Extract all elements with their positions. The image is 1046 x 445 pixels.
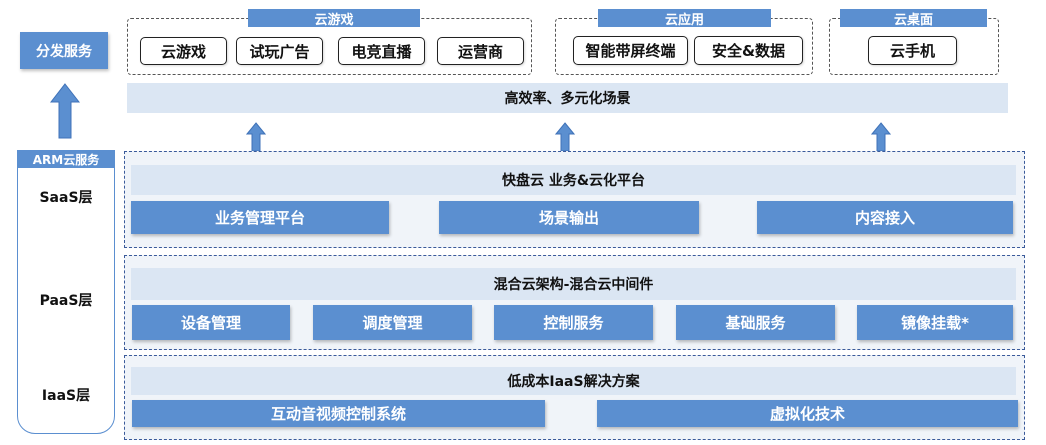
arm-cloud-service-label: ARM云服务 [32, 152, 100, 167]
group-item-operator: 运营商 [437, 37, 524, 65]
arm-cloud-service-header: ARM云服务 [17, 150, 115, 168]
cloud-desktop-header: 云桌面 [840, 9, 987, 28]
group-item-trial-ads: 试玩广告 [236, 37, 323, 65]
paas-layer-title: 混合云架构-混合云中间件 [131, 268, 1016, 300]
group-item-cloud-phone: 云手机 [868, 36, 957, 65]
up-arrow-icon [555, 122, 575, 152]
group-item-cloud-game: 云游戏 [140, 37, 227, 65]
module-scheduling-management: 调度管理 [313, 305, 472, 340]
module-content-access: 内容接入 [757, 201, 1013, 234]
saas-layer-label: SaaS层 [39, 190, 93, 206]
module-image-mount: 镜像挂载* [857, 305, 1013, 340]
iaas-layer-title: 低成本IaaS解决方案 [131, 367, 1016, 395]
dist-service-box: 分发服务 [20, 32, 108, 69]
saas-layer-title: 快盘云 业务&云化平台 [131, 165, 1016, 195]
module-device-management: 设备管理 [132, 305, 290, 340]
up-arrow-icon [246, 122, 266, 152]
module-business-management: 业务管理平台 [131, 201, 389, 234]
module-interactive-av-control: 互动音视频控制系统 [132, 400, 545, 427]
group-item-security-data: 安全&数据 [694, 36, 803, 65]
module-scenario-output: 场景输出 [439, 201, 699, 234]
dist-service-label: 分发服务 [36, 43, 92, 60]
scenario-bar: 高效率、多元化场景 [127, 83, 1008, 113]
group-item-smart-screen-terminal: 智能带屏终端 [573, 36, 688, 65]
iaas-layer-label: IaaS层 [41, 388, 91, 404]
module-virtualization-tech: 虚拟化技术 [597, 400, 1018, 427]
up-arrow-icon [50, 83, 80, 139]
cloud-app-header: 云应用 [598, 9, 771, 28]
up-arrow-icon [871, 122, 891, 152]
cloud-game-header: 云游戏 [248, 9, 420, 28]
module-control-service: 控制服务 [494, 305, 653, 340]
group-item-esports-live: 电竞直播 [338, 37, 425, 65]
paas-layer-label: PaaS层 [39, 293, 93, 309]
module-basic-service: 基础服务 [676, 305, 835, 340]
